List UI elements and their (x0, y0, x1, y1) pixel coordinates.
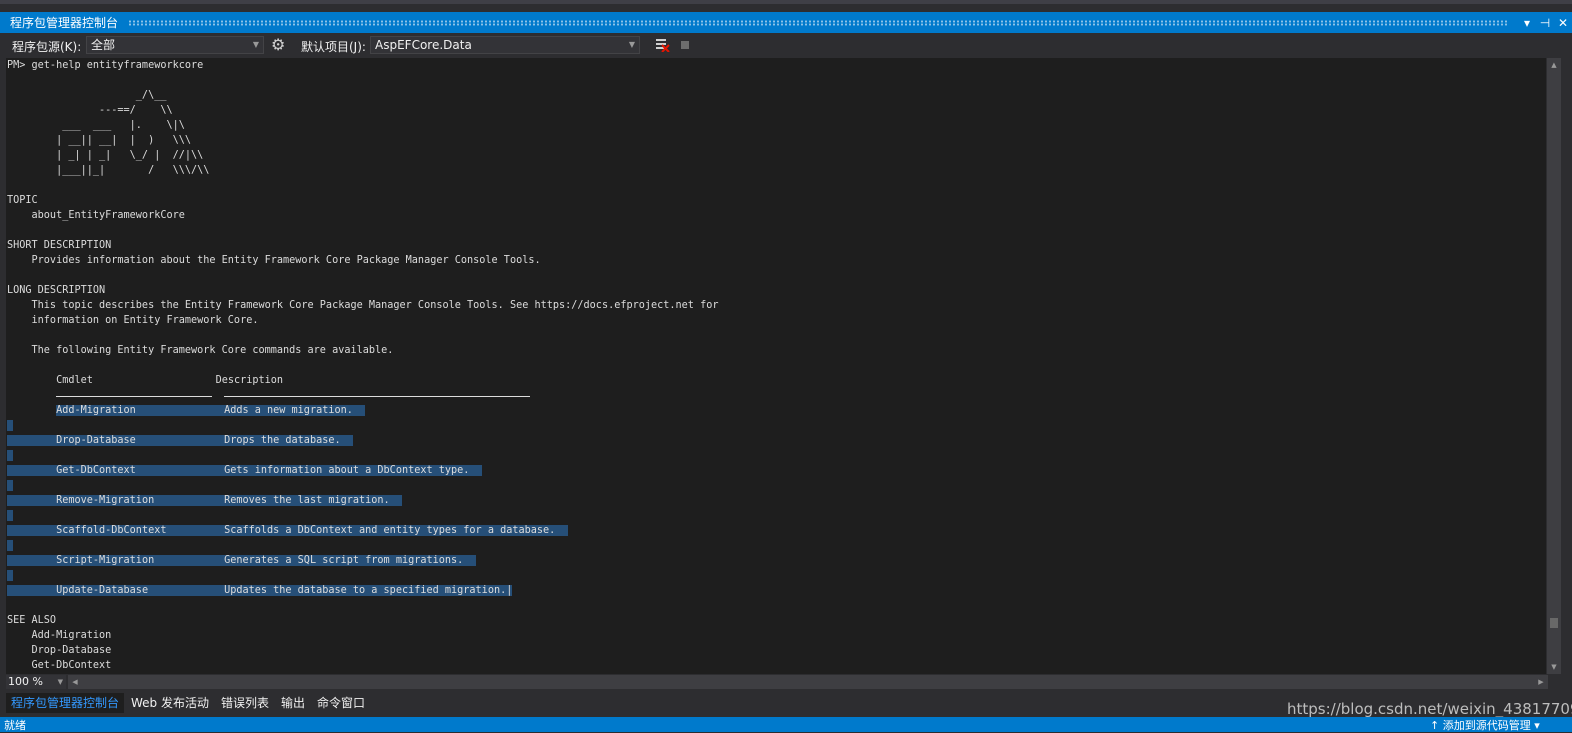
status-bar: 就绪 ↑ 添加到源代码管理 ▾ (0, 717, 1572, 732)
source-control-button[interactable]: ↑ 添加到源代码管理 ▾ (1430, 717, 1540, 733)
logo-line: ___ ___ |. \|\ (7, 120, 185, 131)
table-rule (224, 388, 531, 397)
zoom-dropdown[interactable]: 100 % ▼ (6, 675, 66, 689)
logo-line: ---==/ \\ (7, 105, 173, 116)
scroll-up-icon[interactable]: ▲ (1547, 58, 1561, 72)
tool-window-titlebar: 程序包管理器控制台 ▾ ⊣ ✕ (0, 12, 1572, 33)
tab-package-manager-console[interactable]: 程序包管理器控制台 (6, 693, 125, 713)
command-row: Drop-Database Drops the database. (56, 435, 353, 446)
command-row: Scaffold-DbContext Scaffolds a DbContext … (56, 525, 568, 536)
package-source-value: 全部 (91, 38, 116, 52)
console-bottom-bar: 100 % ▼ ◀ ▶ (0, 674, 1572, 690)
window-menu-button[interactable]: ▾ (1518, 16, 1536, 30)
gear-icon[interactable]: ⚙ (271, 37, 287, 53)
logo-line: | __|| __| | ) \\\ (7, 135, 192, 146)
prompt-line: PM> get-help entityframeworkcore (7, 60, 204, 71)
logo-line: | _| | _| \_/ | //|\\ (7, 150, 204, 161)
scroll-down-icon[interactable]: ▼ (1547, 660, 1561, 674)
logo-line: |___||_| / \\\/\\ (7, 165, 210, 176)
horizontal-scrollbar[interactable]: ◀ ▶ (68, 675, 1548, 689)
pin-button[interactable]: ⊣ (1536, 16, 1554, 30)
scroll-right-icon[interactable]: ▶ (1534, 675, 1548, 689)
default-project-dropdown[interactable]: AspEFCore.Data ▼ (370, 36, 640, 54)
see-also-header: SEE ALSO (7, 615, 57, 626)
grip-dots (128, 19, 1508, 26)
package-source-dropdown[interactable]: 全部 ▼ (86, 36, 264, 54)
console-output[interactable]: PM> get-help entityframeworkcore _/\__ -… (6, 58, 1546, 674)
table-header-cmdlet: Cmdlet (56, 375, 93, 386)
see-also-item[interactable]: Drop-Database (7, 645, 112, 656)
stop-icon[interactable] (681, 41, 689, 49)
chevron-down-icon: ▼ (252, 40, 259, 49)
table-rule (56, 388, 213, 397)
tab-web-publish-activity[interactable]: Web 发布活动 (126, 693, 214, 713)
tab-output[interactable]: 输出 (276, 693, 310, 713)
close-button[interactable]: ✕ (1554, 16, 1572, 30)
long-description-line: This topic describes the Entity Framewor… (7, 300, 719, 311)
short-description-text: Provides information about the Entity Fr… (7, 255, 541, 266)
command-row: Update-Database Updates the database to a… (56, 585, 513, 596)
see-also-item[interactable]: Add-Migration (7, 630, 112, 641)
command-row: Add-Migration Adds a new migration. (56, 405, 366, 416)
see-also-item[interactable]: Get-DbContext (7, 660, 112, 671)
clear-console-icon[interactable] (656, 39, 670, 52)
window-title: 程序包管理器控制台 (10, 16, 119, 30)
status-text: 就绪 (4, 719, 26, 732)
short-description-header: SHORT DESCRIPTION (7, 240, 112, 251)
console-toolbar: 程序包源(K): 全部 ▼ ⚙ 默认项目(J): AspEFCore.Data … (0, 34, 1572, 58)
default-project-label: 默认项目(J): (301, 40, 366, 54)
tab-command-window[interactable]: 命令窗口 (312, 693, 370, 713)
logo-line: _/\__ (7, 90, 167, 101)
command-row: Remove-Migration Removes the last migrati… (56, 495, 402, 506)
command-row: Get-DbContext Gets information about a Db… (56, 465, 482, 476)
top-strip (0, 0, 1572, 4)
long-description-header: LONG DESCRIPTION (7, 285, 106, 296)
chevron-down-icon: ▼ (628, 40, 635, 49)
table-header-description: Description (215, 375, 284, 386)
commands-intro: The following Entity Framework Core comm… (7, 345, 394, 356)
chevron-down-icon: ▼ (57, 678, 63, 686)
topic-header: TOPIC (7, 195, 38, 206)
package-source-label: 程序包源(K): (12, 40, 82, 54)
scroll-left-icon[interactable]: ◀ (68, 675, 82, 689)
default-project-value: AspEFCore.Data (375, 38, 472, 52)
long-description-line: information on Entity Framework Core. (7, 315, 259, 326)
zoom-value: 100 % (8, 675, 43, 688)
command-row: Script-Migration Generates a SQL script f… (56, 555, 476, 566)
scroll-thumb[interactable] (1550, 618, 1558, 628)
topic-value: about_EntityFrameworkCore (7, 210, 185, 221)
tab-error-list[interactable]: 错误列表 (216, 693, 274, 713)
watermark: https://blog.csdn.net/weixin_43817709 (1287, 700, 1572, 718)
vertical-scrollbar[interactable]: ▲ ▼ (1547, 58, 1561, 674)
console-text: PM> get-help entityframeworkcore _/\__ -… (6, 58, 1546, 673)
